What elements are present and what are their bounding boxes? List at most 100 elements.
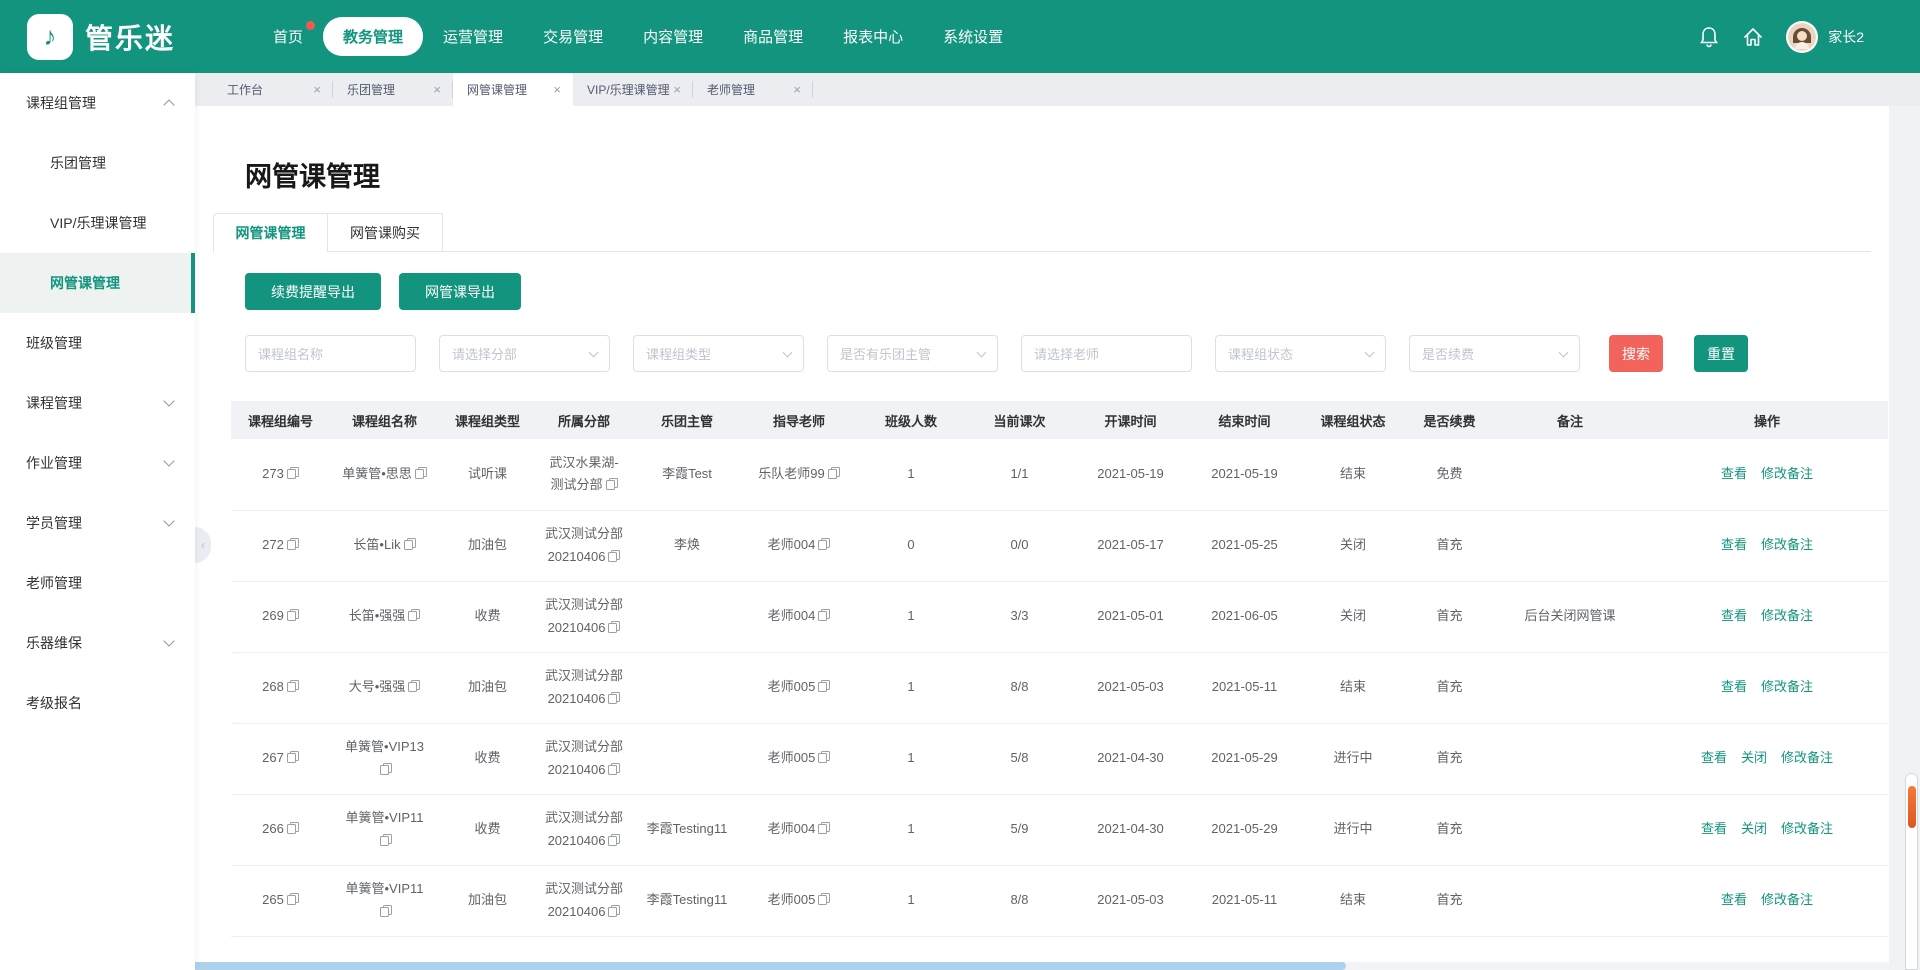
has-orchestra-manager-select[interactable]: 是否有乐团主管 xyxy=(827,335,998,372)
sidebar-item-class-mgmt[interactable]: 班级管理 xyxy=(0,313,195,373)
table-row: 265 单簧管•VIP11 加油包 武汉测试分部 20210406 李霞Test… xyxy=(231,865,1888,936)
view-link[interactable]: 查看 xyxy=(1721,679,1747,694)
copy-icon[interactable] xyxy=(415,467,427,479)
view-link[interactable]: 查看 xyxy=(1721,537,1747,552)
nav-item-operations[interactable]: 运营管理 xyxy=(423,17,523,56)
sidebar-item-course-group-mgmt[interactable]: 课程组管理 xyxy=(0,73,195,133)
sidebar-item-orchestra-mgmt[interactable]: 乐团管理 xyxy=(0,133,195,193)
copy-icon[interactable] xyxy=(404,538,416,550)
course-group-type-select[interactable]: 课程组类型 xyxy=(633,335,804,372)
copy-icon[interactable] xyxy=(287,893,299,905)
sidebar-item-homework-mgmt[interactable]: 作业管理 xyxy=(0,433,195,493)
close-icon[interactable]: × xyxy=(553,83,561,96)
workspace-tab-vip-theory[interactable]: VIP/乐理课管理× xyxy=(573,73,693,106)
copy-icon[interactable] xyxy=(287,680,299,692)
copy-icon[interactable] xyxy=(408,609,420,621)
branch-select[interactable]: 请选择分部 xyxy=(439,335,610,372)
col-header-type: 课程组类型 xyxy=(439,401,536,439)
sidebar-item-online-course-mgmt[interactable]: 网管课管理 xyxy=(0,253,195,313)
copy-icon[interactable] xyxy=(380,834,392,846)
close-icon[interactable]: × xyxy=(793,83,801,96)
copy-icon[interactable] xyxy=(608,834,620,846)
tab-online-course-mgmt[interactable]: 网管课管理 xyxy=(213,213,328,251)
workspace-tab-online-course[interactable]: 网管课管理× xyxy=(453,73,573,106)
copy-icon[interactable] xyxy=(818,680,830,692)
bell-icon[interactable] xyxy=(1698,26,1720,48)
close-link[interactable]: 关闭 xyxy=(1741,750,1767,765)
col-header-end: 结束时间 xyxy=(1188,401,1301,439)
renew-reminder-export-button[interactable]: 续费提醒导出 xyxy=(245,273,381,310)
sidebar-item-teacher-mgmt[interactable]: 老师管理 xyxy=(0,553,195,613)
user-avatar[interactable] xyxy=(1786,21,1818,53)
username-label[interactable]: 家长2 xyxy=(1828,27,1864,47)
view-link[interactable]: 查看 xyxy=(1701,821,1727,836)
search-button[interactable]: 搜索 xyxy=(1609,335,1663,372)
chevron-down-icon xyxy=(163,515,174,526)
view-link[interactable]: 查看 xyxy=(1721,608,1747,623)
workspace-tab-orchestra[interactable]: 乐团管理× xyxy=(333,73,453,106)
col-header-name: 课程组名称 xyxy=(330,401,439,439)
sidebar-item-student-mgmt[interactable]: 学员管理 xyxy=(0,493,195,553)
copy-icon[interactable] xyxy=(408,680,420,692)
sidebar-item-instrument-maintenance[interactable]: 乐器维保 xyxy=(0,613,195,673)
copy-icon[interactable] xyxy=(818,609,830,621)
sidebar-item-vip-theory-mgmt[interactable]: VIP/乐理课管理 xyxy=(0,193,195,253)
copy-icon[interactable] xyxy=(287,609,299,621)
table-row: 268 大号•强强 加油包 武汉测试分部 20210406 老师005 1 8/… xyxy=(231,652,1888,723)
copy-icon[interactable] xyxy=(287,822,299,834)
edit-remark-link[interactable]: 修改备注 xyxy=(1761,679,1813,694)
edit-remark-link[interactable]: 修改备注 xyxy=(1761,537,1813,552)
course-group-status-select[interactable]: 课程组状态 xyxy=(1215,335,1386,372)
copy-icon[interactable] xyxy=(608,550,620,562)
view-link[interactable]: 查看 xyxy=(1721,466,1747,481)
nav-item-content[interactable]: 内容管理 xyxy=(623,17,723,56)
tab-online-course-purchase[interactable]: 网管课购买 xyxy=(328,213,443,251)
workspace-tab-teacher[interactable]: 老师管理× xyxy=(693,73,813,106)
horizontal-scrollbar-thumb[interactable] xyxy=(1,962,1346,970)
edit-remark-link[interactable]: 修改备注 xyxy=(1761,466,1813,481)
copy-icon[interactable] xyxy=(818,538,830,550)
vertical-scrollbar-thumb[interactable] xyxy=(1908,786,1916,828)
edit-remark-link[interactable]: 修改备注 xyxy=(1781,750,1833,765)
view-link[interactable]: 查看 xyxy=(1701,750,1727,765)
copy-icon[interactable] xyxy=(818,822,830,834)
copy-icon[interactable] xyxy=(608,905,620,917)
nav-item-reports[interactable]: 报表中心 xyxy=(823,17,923,56)
copy-icon[interactable] xyxy=(608,621,620,633)
view-link[interactable]: 查看 xyxy=(1721,892,1747,907)
edit-remark-link[interactable]: 修改备注 xyxy=(1761,892,1813,907)
copy-icon[interactable] xyxy=(380,905,392,917)
edit-remark-link[interactable]: 修改备注 xyxy=(1781,821,1833,836)
edit-remark-link[interactable]: 修改备注 xyxy=(1761,608,1813,623)
close-link[interactable]: 关闭 xyxy=(1741,821,1767,836)
nav-item-home[interactable]: 首页 xyxy=(253,17,323,56)
nav-item-settings[interactable]: 系统设置 xyxy=(923,17,1023,56)
close-icon[interactable]: × xyxy=(433,83,441,96)
nav-item-products[interactable]: 商品管理 xyxy=(723,17,823,56)
table-row: 266 单簧管•VIP11 收费 武汉测试分部 20210406 李霞Testi… xyxy=(231,794,1888,865)
copy-icon[interactable] xyxy=(818,893,830,905)
copy-icon[interactable] xyxy=(380,763,392,775)
copy-icon[interactable] xyxy=(287,467,299,479)
sidebar-item-course-mgmt[interactable]: 课程管理 xyxy=(0,373,195,433)
copy-icon[interactable] xyxy=(287,751,299,763)
copy-icon[interactable] xyxy=(606,478,618,490)
nav-item-academic[interactable]: 教务管理 xyxy=(323,17,423,56)
close-icon[interactable]: × xyxy=(313,83,321,96)
workspace-tab-workbench[interactable]: 工作台× xyxy=(213,73,333,106)
course-group-name-input[interactable]: 课程组名称 xyxy=(245,335,416,372)
chevron-down-icon xyxy=(163,395,174,406)
renew-status-select[interactable]: 是否续费 xyxy=(1409,335,1580,372)
copy-icon[interactable] xyxy=(828,467,840,479)
teacher-select[interactable]: 请选择老师 xyxy=(1021,335,1192,372)
copy-icon[interactable] xyxy=(608,692,620,704)
online-course-export-button[interactable]: 网管课导出 xyxy=(399,273,521,310)
reset-button[interactable]: 重置 xyxy=(1694,335,1748,372)
close-icon[interactable]: × xyxy=(673,83,681,96)
home-icon[interactable] xyxy=(1742,26,1764,48)
sidebar-item-exam-registration[interactable]: 考级报名 xyxy=(0,673,195,733)
copy-icon[interactable] xyxy=(818,751,830,763)
copy-icon[interactable] xyxy=(608,763,620,775)
copy-icon[interactable] xyxy=(287,538,299,550)
nav-item-transactions[interactable]: 交易管理 xyxy=(523,17,623,56)
